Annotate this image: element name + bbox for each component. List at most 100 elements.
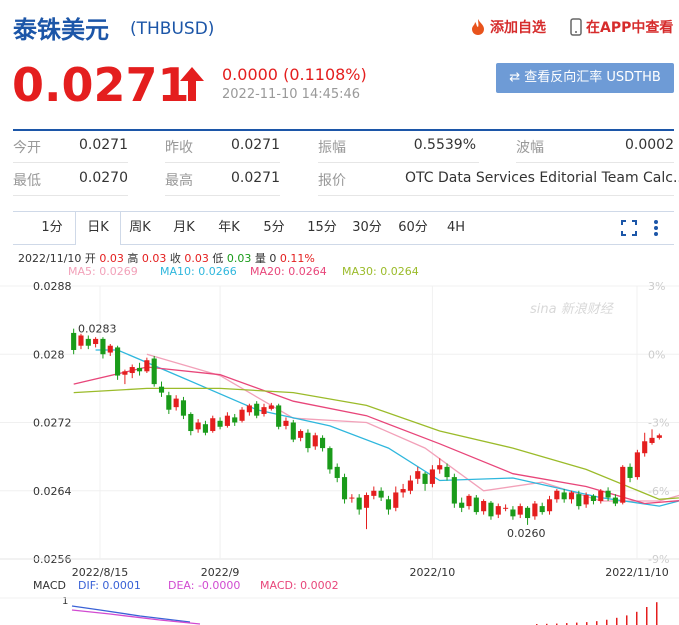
stat-label: 振幅	[318, 140, 346, 156]
price-change: 0.0000 (0.1108%)	[222, 65, 367, 84]
tab-3[interactable]: 月K	[163, 212, 205, 244]
stat-label: 波幅	[516, 140, 544, 156]
row-divider	[13, 195, 128, 196]
phone-icon	[570, 18, 582, 36]
page-title: 泰铢美元	[13, 16, 109, 44]
candle-body	[166, 395, 172, 410]
ma-line-ma5	[146, 353, 679, 502]
candle-body	[459, 502, 465, 508]
fullscreen-icon[interactable]	[621, 220, 637, 236]
macd-dif: DIF: 0.0001	[78, 579, 141, 592]
high-value: 0.03	[141, 252, 167, 265]
macd-bar	[626, 615, 628, 625]
low-label: 低	[212, 252, 224, 265]
vol-value: 0	[269, 252, 277, 265]
candle-body	[356, 497, 362, 510]
tab-0[interactable]: 1分	[33, 212, 71, 244]
candle-body	[503, 507, 509, 509]
stat-value: 0.0002	[625, 137, 674, 153]
candle-body	[276, 405, 282, 427]
x-tick-label: 2022/9	[201, 566, 240, 578]
add-watchlist-button[interactable]: 添加自选	[470, 17, 546, 37]
open-value: 0.03	[99, 252, 124, 265]
candle-body	[634, 452, 640, 478]
row-divider	[318, 162, 479, 163]
close-value: 0.03	[184, 252, 209, 265]
ohlc-info: 2022/11/10 开 0.03 高 0.03 收 0.03 低 0.03 量…	[18, 250, 315, 266]
ma-line-ma10	[95, 349, 679, 507]
candle-body	[283, 420, 289, 426]
candle-body	[488, 502, 494, 517]
candle-body	[195, 422, 201, 430]
x-tick-label: 2022/10	[410, 566, 456, 578]
candle-body	[378, 490, 384, 498]
x-tick-label: 2022/8/15	[72, 566, 128, 578]
candle-body	[649, 437, 655, 443]
y-right-tick-label: -3%	[648, 417, 669, 430]
open-label: 开	[84, 252, 96, 265]
candle-body	[517, 506, 523, 515]
candle-body	[239, 409, 245, 421]
divider	[13, 129, 674, 131]
candle-body	[261, 407, 267, 414]
row-divider	[516, 162, 674, 163]
candle-body	[363, 495, 370, 508]
candle-body	[473, 497, 479, 513]
candle-body	[642, 441, 648, 454]
tab-5[interactable]: 5分	[253, 212, 295, 244]
tab-2[interactable]: 周K	[120, 212, 160, 244]
candle-body	[481, 500, 487, 512]
tab-1[interactable]: 日K	[75, 212, 121, 245]
more-menu-icon[interactable]	[653, 219, 659, 237]
kline-chart[interactable]: 0.0288 3%0.028 0%0.0272 -3%0.0264 -6%0.0256-…	[0, 278, 679, 578]
candle-body	[85, 338, 91, 346]
candle-body	[327, 448, 333, 470]
candle-body	[334, 466, 340, 478]
candle-body	[173, 398, 179, 408]
candle-body	[341, 477, 348, 500]
candle-body	[107, 345, 113, 353]
y-tick-label: 0.0272	[33, 417, 72, 430]
candle-body	[561, 492, 567, 500]
candle-body	[312, 435, 318, 447]
candle-body	[158, 386, 165, 393]
row-divider	[165, 195, 280, 196]
row-divider	[318, 195, 674, 196]
candle-body	[232, 417, 238, 423]
candle-body	[136, 367, 143, 372]
macd-bar	[606, 619, 608, 625]
candle-body	[180, 400, 187, 416]
candle-body	[298, 431, 304, 438]
candle-body	[422, 473, 428, 484]
high-label: 高	[127, 252, 139, 265]
period-tabs: 1分 日K 周K 月K 年K 5分 15分 30分 60分 4H	[13, 211, 674, 245]
candle-body	[495, 506, 501, 515]
candle-body	[524, 507, 531, 519]
candle-body	[305, 432, 311, 449]
candle-body	[400, 489, 406, 493]
stat-value: 0.0271	[231, 137, 280, 153]
candle-body	[539, 506, 545, 513]
x-tick-label: 2022/11/10	[605, 566, 668, 578]
macd-bar	[596, 621, 598, 625]
stat-value: 0.0271	[231, 170, 280, 186]
y-tick-label: 0.028	[33, 348, 65, 361]
reverse-rate-button[interactable]: ⇄ 查看反向汇率 USDTHB	[496, 63, 674, 93]
candle-body	[466, 495, 472, 507]
tab-9[interactable]: 4H	[436, 212, 476, 244]
candle-body	[656, 435, 662, 438]
tab-8[interactable]: 60分	[391, 212, 435, 244]
y-tick-label: 0.0264	[33, 485, 72, 498]
macd-bar	[616, 617, 618, 625]
tab-7[interactable]: 30分	[346, 212, 388, 244]
macd-label: MACD	[33, 579, 66, 592]
tab-6[interactable]: 15分	[301, 212, 343, 244]
macd-bar	[636, 611, 638, 625]
tab-4[interactable]: 年K	[208, 212, 250, 244]
candle-body	[320, 437, 326, 449]
candle-body	[290, 422, 296, 440]
candle-body	[210, 418, 216, 432]
flame-icon	[472, 19, 484, 35]
candle-body	[437, 465, 443, 470]
view-in-app-button[interactable]: 在APP中查看	[570, 17, 673, 37]
